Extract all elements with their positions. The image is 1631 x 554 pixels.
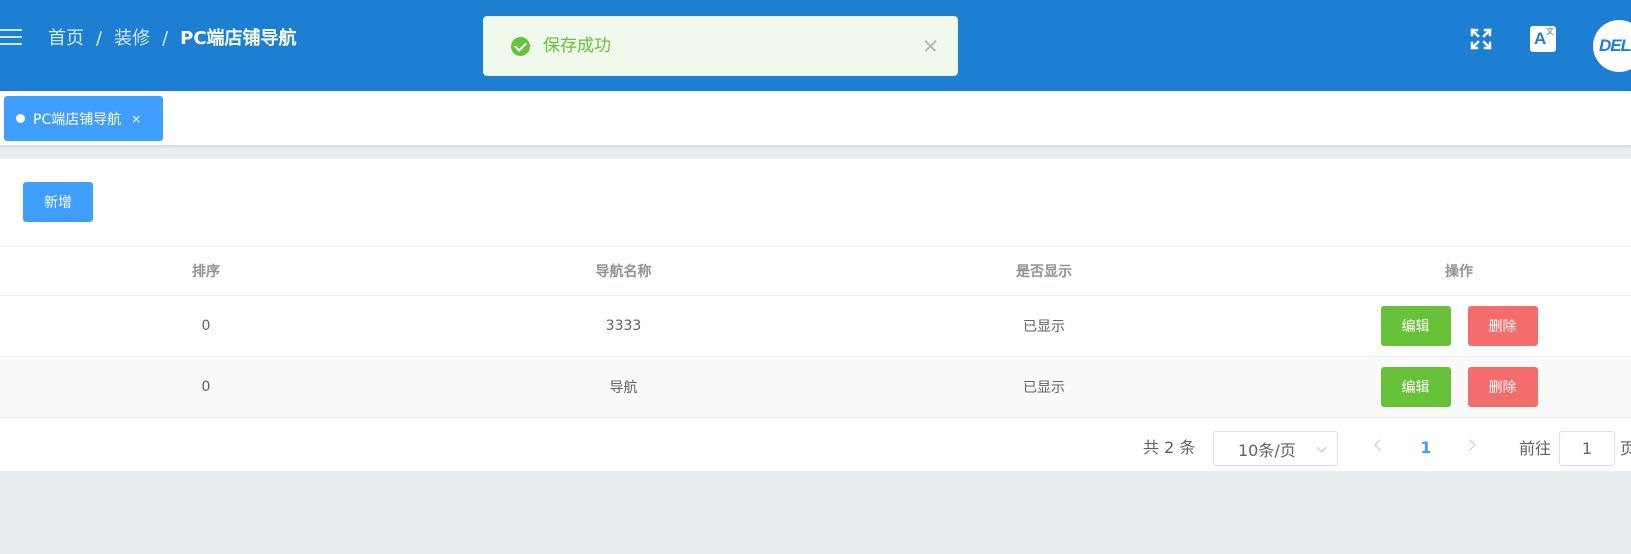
column-header-sort: 排序 — [192, 264, 220, 280]
cell-actions: 编辑 删除 — [1253, 357, 1631, 417]
success-toast: 保存成功 — [483, 16, 958, 76]
translate-icon[interactable]: A 文 — [1528, 24, 1558, 54]
cell-name: 3333 — [605, 318, 642, 334]
cell-visible: 已显示 — [1023, 319, 1065, 335]
breadcrumb-decoration[interactable]: 装修 — [114, 27, 150, 51]
cell-actions: 编辑 删除 — [1253, 296, 1631, 356]
breadcrumb-current: PC端店铺导航 — [180, 28, 297, 49]
main-content: 新增 排序 导航名称 是否显示 操作 0 3333 已显示 编辑 删除 0 导航… — [0, 159, 1631, 471]
close-icon[interactable] — [919, 34, 943, 58]
nav-table: 排序 导航名称 是否显示 操作 0 3333 已显示 编辑 删除 0 导航 已显… — [0, 246, 1631, 418]
prev-page-icon[interactable] — [1374, 439, 1386, 451]
goto-suffix: 页 — [1620, 439, 1631, 458]
page-size-value: 10条/页 — [1238, 440, 1296, 460]
column-header-name: 导航名称 — [595, 264, 652, 280]
cell-sort: 0 — [201, 318, 211, 334]
translate-icon-sub: 文 — [1546, 27, 1554, 36]
dell-logo-icon: DELL — [1599, 36, 1631, 55]
column-header-visible: 是否显示 — [1016, 264, 1072, 280]
page-size-select[interactable]: 10条/页 — [1213, 431, 1338, 466]
tab-label: PC端店铺导航 — [33, 111, 122, 128]
tab-pc-store-nav[interactable]: PC端店铺导航 × — [4, 96, 163, 141]
page-number-current[interactable]: 1 — [1416, 438, 1436, 458]
delete-button[interactable]: 删除 — [1467, 367, 1538, 407]
breadcrumb: 首页 / 装修 / PC端店铺导航 — [48, 27, 297, 51]
goto-label: 前往 — [1519, 439, 1552, 458]
delete-button[interactable]: 删除 — [1467, 306, 1538, 346]
avatar[interactable]: DELL — [1593, 20, 1631, 72]
fullscreen-icon[interactable] — [1466, 24, 1496, 54]
table-header-row: 排序 导航名称 是否显示 操作 — [0, 246, 1631, 296]
table-row: 0 3333 已显示 编辑 删除 — [0, 296, 1631, 357]
cell-sort: 0 — [201, 379, 211, 395]
translate-icon-letter: A — [1534, 29, 1547, 48]
goto-page-input[interactable] — [1559, 431, 1615, 466]
success-check-icon — [511, 37, 530, 56]
next-page-icon[interactable] — [1464, 439, 1476, 451]
toast-message: 保存成功 — [543, 36, 611, 56]
pagination: 共 2 条 10条/页 1 前往 页 — [0, 426, 1631, 471]
active-dot-icon — [16, 114, 25, 123]
tab-close-icon[interactable]: × — [131, 113, 141, 125]
chevron-down-icon — [1316, 442, 1327, 453]
table-row: 0 导航 已显示 编辑 删除 — [0, 357, 1631, 418]
breadcrumb-home[interactable]: 首页 — [48, 27, 84, 51]
edit-button[interactable]: 编辑 — [1380, 306, 1451, 346]
breadcrumb-separator: / — [96, 28, 103, 49]
pagination-total: 共 2 条 — [1143, 438, 1196, 457]
add-button[interactable]: 新增 — [23, 182, 93, 222]
edit-button[interactable]: 编辑 — [1380, 367, 1451, 407]
breadcrumb-separator: / — [162, 28, 169, 49]
tabs-bar: PC端店铺导航 × — [0, 91, 1631, 145]
hamburger-icon[interactable] — [0, 27, 22, 47]
cell-visible: 已显示 — [1023, 380, 1065, 396]
column-header-actions: 操作 — [1445, 264, 1473, 280]
cell-name: 导航 — [609, 380, 638, 396]
